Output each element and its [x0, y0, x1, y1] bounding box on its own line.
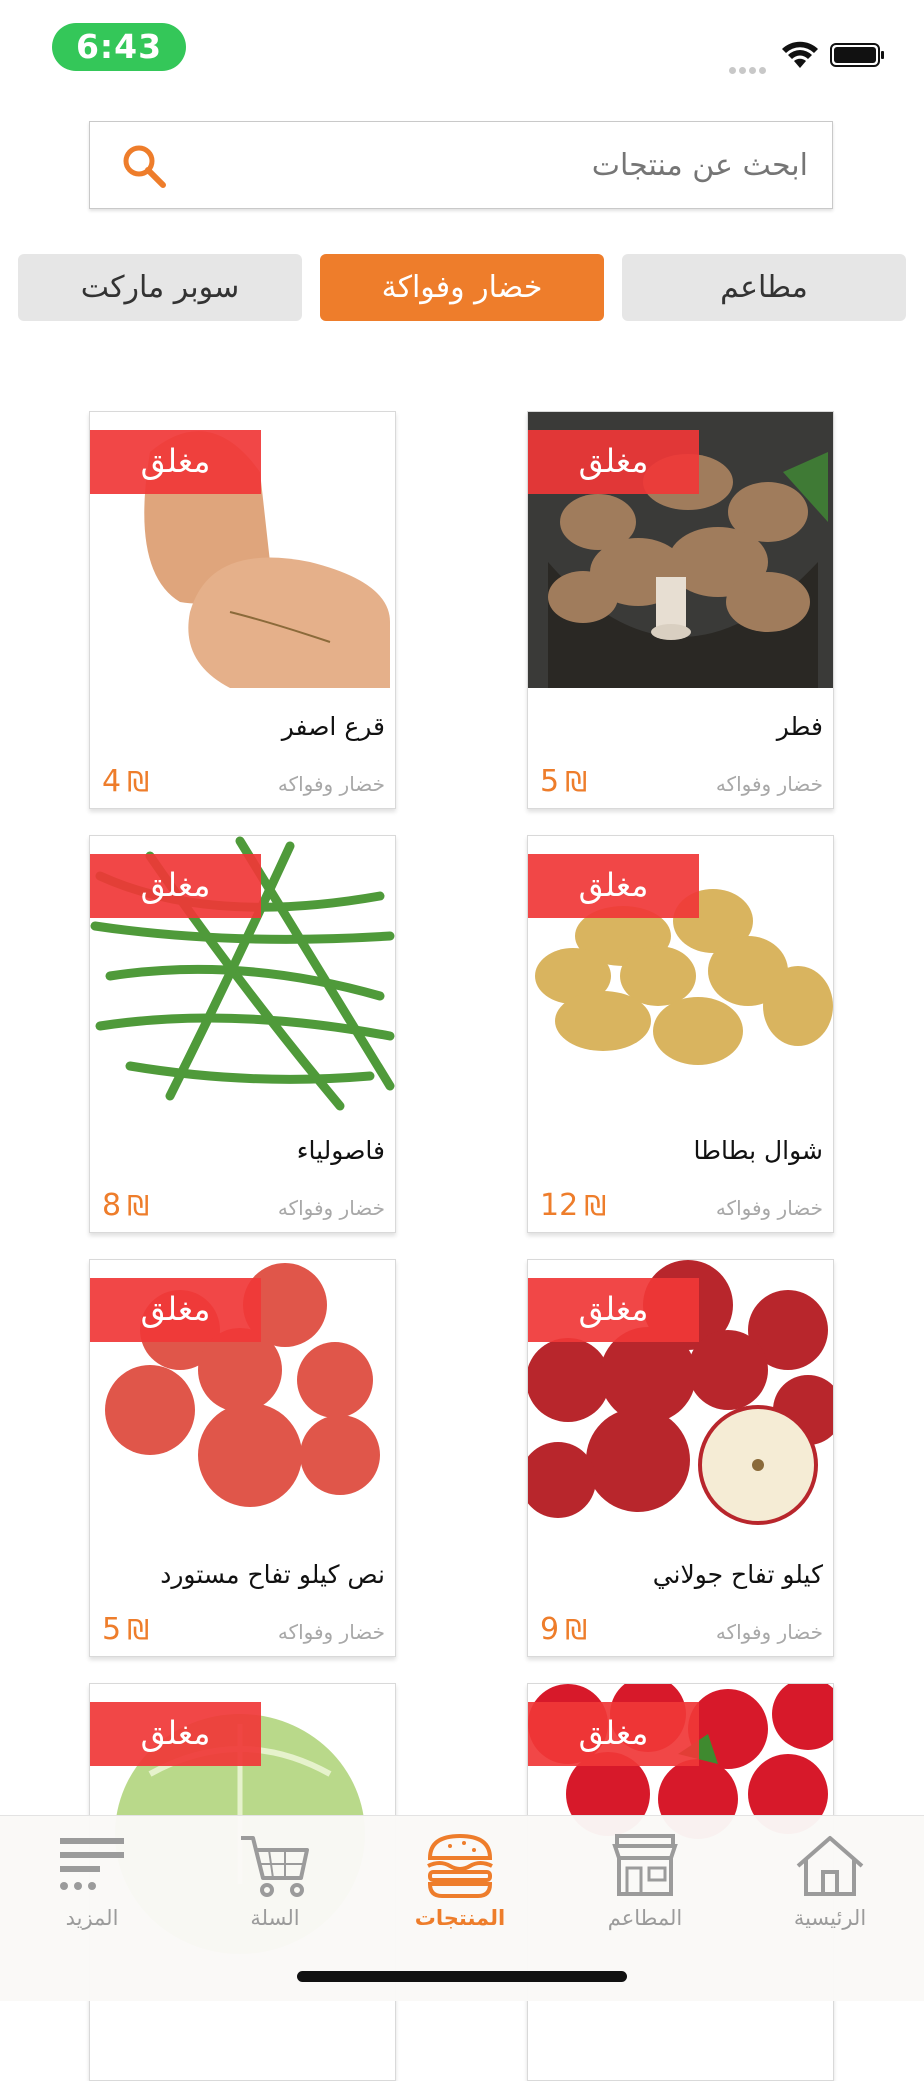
- closed-badge: مغلق: [528, 1702, 699, 1766]
- product-price: 12 ₪: [540, 1188, 607, 1223]
- shekel-icon: ₪: [584, 1189, 607, 1222]
- tab-label: الرئيسية: [793, 1906, 867, 1930]
- closed-badge: مغلق: [90, 430, 261, 494]
- category-tab-restaurants[interactable]: مطاعم: [622, 254, 906, 321]
- search-input[interactable]: [206, 122, 810, 209]
- home-icon: [796, 1836, 864, 1896]
- product-name: شوال بطاطا: [693, 1136, 823, 1165]
- tab-products[interactable]: المنتجات: [385, 1816, 535, 1966]
- product-card[interactable]: مغلق نص كيلو تفاح مستورد خضار وفواكه 5 ₪: [89, 1259, 396, 1657]
- closed-badge: مغلق: [90, 854, 261, 918]
- closed-badge: مغلق: [528, 430, 699, 494]
- closed-badge: مغلق: [90, 1702, 261, 1766]
- tab-cart[interactable]: السلة: [200, 1816, 350, 1966]
- closed-badge: مغلق: [528, 854, 699, 918]
- product-price: 8 ₪: [102, 1188, 150, 1223]
- product-price: 9 ₪: [540, 1612, 588, 1647]
- product-category: خضار وفواكه: [715, 1196, 823, 1220]
- product-card[interactable]: مغلق قرع اصفر خضار وفواكه 4 ₪: [89, 411, 396, 809]
- search-bar[interactable]: [89, 121, 833, 209]
- product-price: 5 ₪: [540, 764, 588, 799]
- search-icon[interactable]: [120, 142, 170, 192]
- product-name: فاصولياء: [296, 1136, 385, 1165]
- category-tab-supermarket[interactable]: سوبر ماركت: [18, 254, 302, 321]
- product-category: خضار وفواكه: [277, 1196, 385, 1220]
- shekel-icon: ₪: [565, 765, 588, 798]
- signal-icon: [726, 59, 766, 78]
- product-category: خضار وفواكه: [715, 1620, 823, 1644]
- wifi-icon: [782, 41, 818, 68]
- product-price: 4 ₪: [102, 764, 150, 799]
- product-category: خضار وفواكه: [277, 1620, 385, 1644]
- home-indicator: [297, 1971, 627, 1982]
- product-name: قرع اصفر: [281, 712, 385, 741]
- shekel-icon: ₪: [127, 1613, 150, 1646]
- product-category: خضار وفواكه: [277, 772, 385, 796]
- product-card[interactable]: مغلق فطر خضار وفواكه 5 ₪: [527, 411, 834, 809]
- product-card[interactable]: مغلق كيلو تفاح جولاني خضار وفواكه 9 ₪: [527, 1259, 834, 1657]
- cart-icon: [241, 1836, 309, 1897]
- tab-label: السلة: [250, 1906, 300, 1930]
- product-category: خضار وفواكه: [715, 772, 823, 796]
- product-name: كيلو تفاح جولاني: [652, 1560, 823, 1589]
- product-name: فطر: [776, 712, 823, 741]
- product-card[interactable]: مغلق شوال بطاطا خضار وفواكه 12 ₪: [527, 835, 834, 1233]
- store-icon: [612, 1834, 678, 1896]
- menu-icon: [60, 1838, 124, 1890]
- shekel-icon: ₪: [127, 1189, 150, 1222]
- battery-icon: [830, 43, 884, 67]
- status-time: 6:43: [52, 23, 186, 71]
- shekel-icon: ₪: [127, 765, 150, 798]
- tab-home[interactable]: الرئيسية: [755, 1816, 905, 1966]
- closed-badge: مغلق: [90, 1278, 261, 1342]
- tab-restaurants[interactable]: المطاعم: [570, 1816, 720, 1966]
- burger-icon: [427, 1833, 493, 1898]
- product-card[interactable]: مغلق فاصولياء خضار وفواكه 8 ₪: [89, 835, 396, 1233]
- closed-badge: مغلق: [528, 1278, 699, 1342]
- product-name: نص كيلو تفاح مستورد: [160, 1560, 385, 1589]
- tab-label: المطاعم: [607, 1906, 683, 1930]
- product-price: 5 ₪: [102, 1612, 150, 1647]
- tab-label: المنتجات: [414, 1906, 506, 1930]
- tab-label: المزيد: [65, 1906, 119, 1930]
- shekel-icon: ₪: [565, 1613, 588, 1646]
- tab-more[interactable]: المزيد: [17, 1816, 167, 1966]
- category-tab-vegetables-fruits[interactable]: خضار وفواكة: [320, 254, 604, 321]
